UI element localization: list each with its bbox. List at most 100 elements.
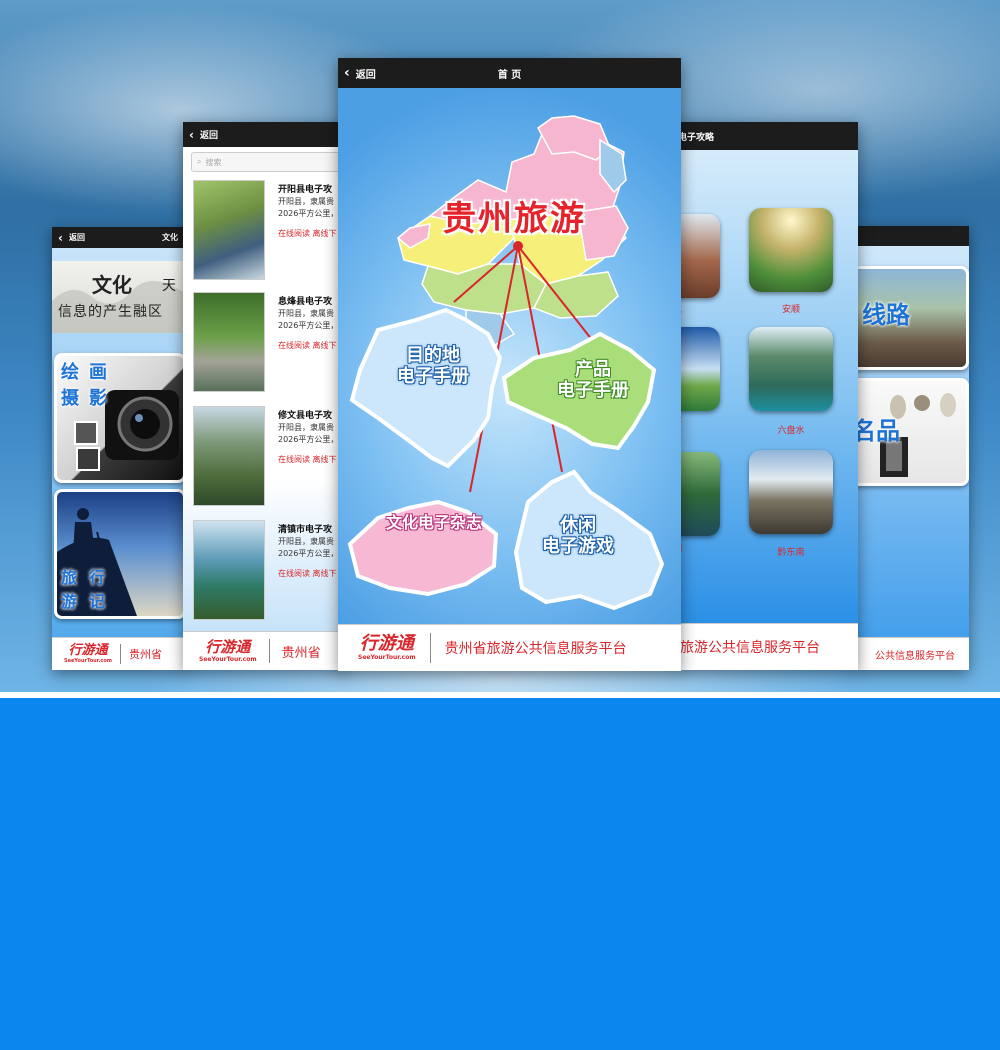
title-bar: 电子攻略 [678, 122, 858, 150]
footer: 行游通 SeeYourTour.com 贵州省 [183, 631, 346, 670]
app-logo: 行游通 SeeYourTour.com [358, 633, 416, 661]
banner-subtitle: 信息的产生融区 [58, 304, 163, 320]
region-icon[interactable] [678, 327, 720, 411]
footer-text: 贵州省 [129, 648, 163, 661]
tile-char: 记 [89, 592, 106, 611]
title-bar: ‹ 返回 文化 [52, 227, 187, 248]
region-icon[interactable] [749, 327, 833, 411]
read-online-link[interactable]: 在线阅读 [278, 569, 310, 578]
footer: 行游通 SeeYourTour.com 贵州省旅游公共信息服务平台 [338, 624, 681, 671]
search-icon: ⌕ [197, 157, 202, 166]
region-icon[interactable] [749, 208, 833, 292]
read-online-link[interactable]: 在线阅读 [278, 455, 310, 464]
item-desc: 开阳县，隶属贵 2026平方公里， [278, 197, 339, 218]
map-title: 贵州旅游 [442, 199, 586, 239]
list-item[interactable]: 修文县电子攻 开阳县，隶属贵 2026平方公里， 在线阅读 离线下 [183, 406, 346, 518]
footer: 旅游公共信息服务平台 [678, 623, 858, 670]
destination-handbook-button[interactable]: 目的地 电子手册 [378, 345, 488, 387]
back-button[interactable]: ‹ 返回 [183, 127, 218, 142]
list-item[interactable]: 清镇市电子攻 开阳县，隶属贵 2026平方公里， 在线阅读 离线下 [183, 520, 346, 632]
chevron-left-icon: ‹ [58, 230, 63, 245]
item-actions: 在线阅读 离线下 [278, 454, 337, 465]
tile-char: 游 [61, 592, 78, 611]
region-label: 义 [678, 302, 720, 315]
divider [120, 644, 122, 664]
thumbnail-image [193, 520, 265, 620]
region-label: 六盘水 [777, 426, 805, 436]
region-guide-screen: 电子攻略 义 安顺 节 六盘水 州 黔东南 旅游公共信息服务平台 [678, 122, 858, 670]
title-bar: ‹ 返回 [183, 122, 346, 147]
footer: 公共信息服务平台 [855, 637, 969, 670]
item-desc: 开阳县，隶属贵 2026平方公里， [278, 537, 339, 558]
banner-title-2: 天 [162, 278, 176, 294]
item-actions: 在线阅读 离线下 [278, 228, 337, 239]
app-logo: 行游通 SeeYourTour.com [199, 637, 257, 663]
region-icon[interactable] [678, 214, 720, 298]
back-button[interactable]: ‹ 返回 [338, 66, 376, 81]
offline-download-link[interactable]: 离线下 [313, 455, 337, 464]
tile-char: 影 [89, 388, 107, 409]
screen-title: 首 页 [497, 69, 522, 81]
region-icon[interactable] [749, 450, 833, 534]
travel-notes-tile[interactable]: 旅 行 游 记 [54, 489, 186, 619]
item-title: 开阳县电子攻 [278, 185, 333, 195]
product-handbook-button[interactable]: 产品 电子手册 [538, 359, 648, 401]
banner-title: 文化 [92, 273, 132, 297]
tile-char: 绘 [61, 362, 79, 383]
read-online-link[interactable]: 在线阅读 [278, 229, 310, 238]
read-online-link[interactable]: 在线阅读 [278, 341, 310, 350]
route-tile[interactable]: 线路 [855, 266, 969, 370]
painting-photo-tile[interactable]: 绘 画 摄 影 [54, 353, 186, 483]
region-label: 安顺 [781, 305, 800, 315]
culture-banner[interactable]: 文化 天 信息的产生融区 [52, 261, 187, 333]
title-bar [855, 226, 969, 246]
region-label: 州 [678, 541, 720, 554]
tile-char: 摄 [61, 388, 79, 409]
route-screen: 线路 名品 公共信息服务平台 [855, 226, 969, 670]
item-actions: 在线阅读 离线下 [278, 340, 337, 351]
region-icon[interactable] [678, 452, 720, 536]
culture-screen: ‹ 返回 文化 文化 天 信息的产生融区 绘 画 摄 影 旅 行 游 记 行游通… [52, 227, 187, 670]
item-title: 清镇市电子攻 [278, 525, 333, 535]
tile-char: 画 [89, 362, 107, 383]
item-title: 息烽县电子攻 [278, 297, 333, 307]
offline-download-link[interactable]: 离线下 [313, 569, 337, 578]
footer-text: 贵州省 [281, 645, 321, 661]
tile-char: 旅 [61, 568, 78, 587]
screen-title: 电子攻略 [678, 132, 715, 143]
region-label: 黔东南 [777, 548, 805, 558]
back-button[interactable]: ‹ 返回 [52, 232, 85, 244]
route-label: 线路 [862, 301, 910, 329]
item-actions: 在线阅读 离线下 [278, 568, 337, 579]
item-title: 修文县电子攻 [278, 411, 333, 421]
tile-char: 行 [89, 568, 106, 587]
product-label: 名品 [855, 417, 900, 445]
leisure-game-button[interactable]: 休闲 电子游戏 [518, 515, 638, 557]
divider [429, 633, 431, 663]
thumbnail-image [193, 292, 265, 392]
footer-text: 公共信息服务平台 [875, 650, 955, 662]
divider [268, 639, 270, 663]
thumbnail-image [193, 180, 265, 280]
app-logo: 行游通 SeeYourTour.com [64, 643, 113, 664]
list-item[interactable]: 息烽县电子攻 开阳县，隶属贵 2026平方公里， 在线阅读 离线下 [183, 292, 346, 404]
footer: 行游通 SeeYourTour.com 贵州省 [52, 637, 187, 670]
item-desc: 开阳县，隶属贵 2026平方公里， [278, 423, 339, 444]
hero-banner: ‹ 返回 文化 文化 天 信息的产生融区 绘 画 摄 影 旅 行 游 记 行游通… [0, 0, 1000, 692]
item-desc: 开阳县，隶属贵 2026平方公里， [278, 309, 339, 330]
offline-download-link[interactable]: 离线下 [313, 229, 337, 238]
chevron-left-icon: ‹ [189, 127, 194, 142]
blue-background-area [0, 698, 1000, 1050]
footer-text: 旅游公共信息服务平台 [680, 640, 820, 656]
list-item[interactable]: 开阳县电子攻 开阳县，隶属贵 2026平方公里， 在线阅读 离线下 [183, 180, 346, 292]
offline-download-link[interactable]: 离线下 [313, 341, 337, 350]
home-screen: ‹ 返回 首 页 贵州旅游 目的地 电子手册 产品 电子手册 文化电子杂志 休闲… [338, 58, 681, 671]
guide-list-screen: ‹ 返回 ⌕ 搜索 开阳县电子攻 开阳县，隶属贵 2026平方公里， 在线阅读 离… [183, 122, 346, 670]
culture-magazine-button[interactable]: 文化电子杂志 [364, 513, 504, 532]
famous-products-tile[interactable]: 名品 [855, 378, 969, 486]
title-bar: ‹ 返回 首 页 [338, 58, 681, 88]
footer-text: 贵州省旅游公共信息服务平台 [444, 641, 627, 657]
region-label: 节 [678, 414, 720, 427]
chevron-left-icon: ‹ [344, 65, 350, 81]
search-input[interactable]: ⌕ 搜索 [191, 152, 346, 172]
